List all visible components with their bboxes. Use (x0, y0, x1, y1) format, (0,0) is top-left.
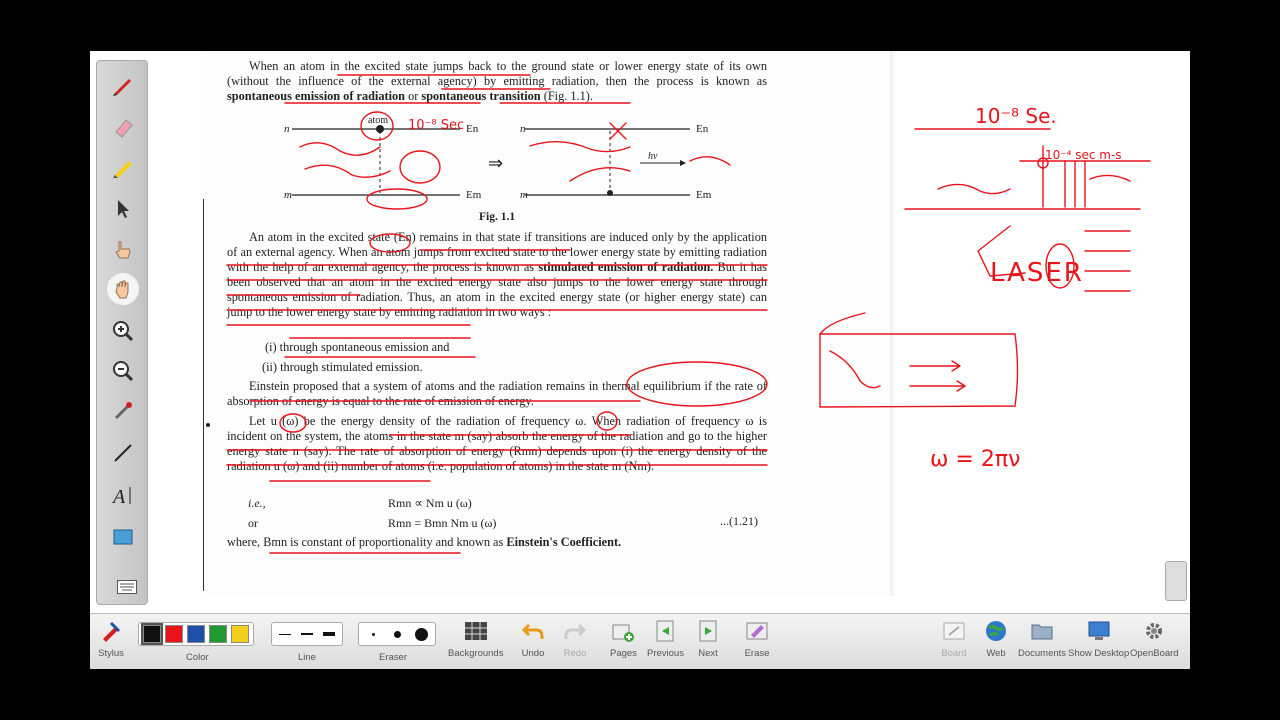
capture-icon (113, 529, 133, 545)
eraser-tool[interactable] (107, 111, 139, 143)
color-blue-swatch[interactable] (187, 625, 205, 643)
stylus-icon (103, 621, 121, 642)
eraser-icon (115, 119, 133, 138)
next-page-icon (699, 620, 717, 642)
previous-page-button[interactable]: Previous (647, 618, 684, 659)
ink-annotations-layer[interactable]: 10⁻⁸ Sec 10⁻⁸ Se. 10⁻⁴ sec m-s LASER ω =… (90, 51, 1190, 613)
undo-icon (521, 623, 544, 639)
pen-tool[interactable] (107, 69, 139, 101)
ink-note-formula: ω = 2πν (930, 447, 1020, 472)
highlighter-icon (113, 161, 132, 178)
text-icon: A (111, 486, 131, 508)
cursor-arrow-icon (118, 200, 129, 218)
line-thick-button[interactable] (320, 625, 338, 643)
zoom-out-tool[interactable] (107, 355, 139, 387)
selector-tool[interactable] (107, 193, 139, 225)
gear-icon (1146, 623, 1163, 639)
next-page-button[interactable]: Next (695, 618, 721, 659)
folder-icon (1031, 624, 1053, 640)
ink-circle-atom (360, 111, 394, 141)
line-width-picker (271, 622, 343, 646)
ink-note-10-8-sec: 10⁻⁸ Sec (408, 118, 464, 133)
color-label: Color (186, 652, 209, 663)
redo-button[interactable]: Redo (562, 618, 588, 659)
line-label: Line (298, 652, 316, 663)
globe-icon (986, 621, 1006, 641)
color-yellow-swatch[interactable] (231, 625, 249, 643)
pen-icon (113, 79, 131, 96)
tool-palette: A (96, 60, 148, 605)
openboard-menu-button[interactable]: OpenBoard (1130, 618, 1179, 659)
openboard-window: When an atom in the excited state jumps … (90, 51, 1190, 669)
backgrounds-button[interactable]: Backgrounds (448, 618, 503, 659)
svg-text:A: A (111, 486, 126, 508)
ink-note-laser: LASER (990, 258, 1084, 288)
hand-tool[interactable] (107, 273, 139, 305)
zoom-out-icon (113, 361, 134, 382)
web-button[interactable]: Web (983, 618, 1009, 659)
line-thin-button[interactable] (276, 625, 294, 643)
color-green-swatch[interactable] (209, 625, 227, 643)
erase-button[interactable]: Erase (744, 618, 770, 659)
zoom-in-tool[interactable] (107, 315, 139, 347)
keyboard-icon[interactable] (117, 580, 137, 594)
eraser-size-picker (358, 622, 436, 646)
cursor-dot (206, 423, 210, 427)
eraser-small-button[interactable] (363, 625, 383, 643)
eraser-large-button[interactable] (411, 625, 431, 643)
undo-button[interactable]: Undo (520, 618, 546, 659)
erase-page-icon (746, 622, 768, 640)
line-medium-button[interactable] (298, 625, 316, 643)
documents-button[interactable]: Documents (1018, 618, 1066, 659)
color-picker (138, 622, 254, 646)
pages-button[interactable]: Pages (610, 618, 637, 659)
ink-note-10-4: 10⁻⁴ sec m-s (1045, 148, 1122, 162)
previous-page-icon (656, 620, 674, 642)
add-page-icon (612, 624, 635, 642)
monitor-icon (1088, 621, 1110, 640)
color-black-swatch[interactable] (141, 623, 163, 645)
redo-icon (564, 623, 587, 639)
capture-tool[interactable] (107, 521, 139, 553)
line-tool[interactable] (107, 437, 139, 469)
laser-pointer-tool[interactable] (107, 395, 139, 427)
interact-tool[interactable] (107, 233, 139, 265)
hand-icon (115, 280, 129, 299)
page-scroll-handle[interactable] (1165, 561, 1187, 601)
color-red-swatch[interactable] (165, 625, 183, 643)
ink-circle-thermal-equilibrium (626, 361, 768, 407)
stylus-button[interactable]: Stylus (98, 618, 124, 659)
board-icon (943, 622, 965, 640)
zoom-in-icon (113, 321, 134, 342)
text-tool[interactable]: A (107, 479, 139, 511)
board-button[interactable]: Board (941, 618, 967, 659)
ink-note-10-8-se: 10⁻⁸ Se. (975, 104, 1057, 128)
line-icon (114, 444, 132, 462)
highlighter-tool[interactable] (107, 151, 139, 183)
eraser-label: Eraser (379, 652, 407, 663)
show-desktop-button[interactable]: Show Desktop (1068, 618, 1129, 659)
laser-pointer-icon (114, 402, 132, 420)
grid-background-icon (464, 622, 487, 640)
board-canvas[interactable]: When an atom in the excited state jumps … (90, 51, 1190, 613)
ink-box (819, 333, 1019, 408)
pointing-hand-icon (115, 241, 131, 259)
bottom-toolbar: Stylus Color Line Eraser Backgrounds Und… (90, 613, 1190, 669)
eraser-medium-button[interactable] (387, 625, 407, 643)
